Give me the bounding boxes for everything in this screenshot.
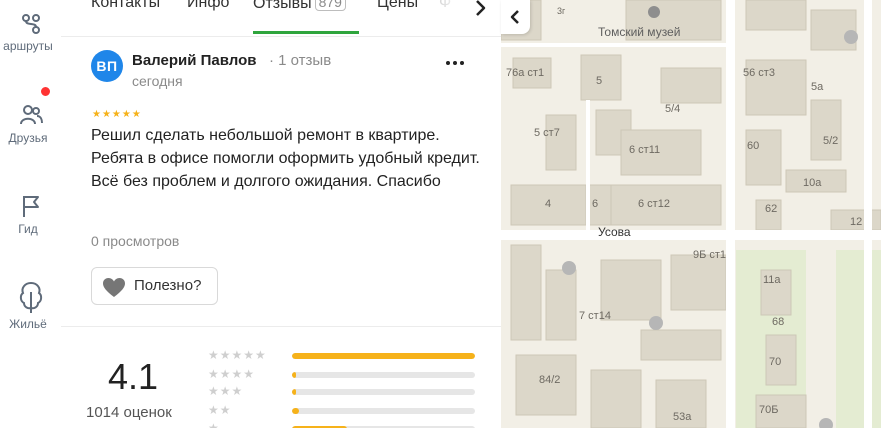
map-label: 76а ст1: [506, 67, 544, 79]
heart-icon: [103, 278, 125, 297]
active-tab-indicator: [253, 31, 359, 34]
rating-distribution-row: ★★★: [208, 384, 488, 398]
tab-prices[interactable]: Цены: [377, 0, 418, 12]
tab-reviews-label: Отзывы: [253, 0, 312, 12]
tab-reviews[interactable]: Отзывы 879: [253, 0, 346, 13]
map-label: 56 ст3: [743, 67, 775, 79]
sidebar-item-label: Жильё: [9, 317, 47, 331]
map-label: 4: [545, 198, 551, 210]
distribution-bar-fill: [292, 353, 475, 359]
map-label: 60: [747, 140, 759, 152]
section-divider: [61, 326, 501, 327]
chevron-left-icon: [510, 10, 519, 24]
sidebar-item-label: аршруты: [3, 39, 53, 53]
sidebar-item-routes[interactable]: аршруты: [0, 12, 61, 53]
distribution-stars: ★: [208, 421, 220, 428]
distribution-bar-track: [292, 353, 475, 359]
review-stars: ★★★★★: [92, 109, 142, 120]
map-label: 5/4: [665, 103, 680, 115]
map-label: 11а: [763, 274, 781, 286]
map-label: 84/2: [539, 374, 560, 386]
rating-distribution-row: ★: [208, 421, 488, 428]
map-label: 5 ст7: [534, 127, 560, 139]
review-date: сегодня: [132, 73, 183, 89]
rating-distribution-row: ★★: [208, 403, 488, 417]
rating-distribution-row: ★★★★★: [208, 348, 488, 362]
organization-panel: Контакты Инфо Отзывы879 Цены Ф ВП Валери…: [61, 0, 501, 428]
review-author[interactable]: Валерий Павлов: [132, 52, 256, 69]
useful-label: Полезно?: [134, 277, 202, 294]
map-label: Усова: [598, 225, 631, 239]
museum-poi-icon: [648, 6, 660, 18]
distribution-stars: ★★: [208, 403, 232, 417]
reviews-count-badge: 879: [314, 0, 346, 11]
flag-icon: [22, 196, 39, 217]
map-view[interactable]: Томский музей Усова 76а ст1 5 5/4 5 ст7 6 ст11…: [501, 0, 881, 428]
housing-icon: [19, 281, 42, 313]
distribution-stars: ★★★★: [208, 367, 256, 381]
map-label: 70: [769, 356, 781, 368]
distribution-bar-fill: [292, 389, 296, 395]
map-label: 6 ст12: [638, 198, 670, 210]
map-label: 6: [592, 198, 598, 210]
rating-distribution-row: ★★★★: [208, 367, 488, 381]
author-reviews-count: · 1 отзыв: [269, 52, 332, 69]
chevron-right-icon[interactable]: [466, 0, 494, 20]
distribution-bar-track: [292, 372, 475, 378]
tab-info[interactable]: Инфо: [187, 0, 229, 12]
friends-icon: [19, 105, 43, 125]
map-label: 5а: [811, 81, 824, 93]
map-label: 9Б ст1: [693, 249, 726, 261]
poi-icon: [562, 261, 576, 275]
distribution-stars: ★★★★★: [208, 348, 267, 362]
views-count: 0 просмотров: [91, 233, 180, 249]
map-label: 70Б: [759, 404, 778, 416]
distribution-stars: ★★★: [208, 384, 244, 398]
sidebar-item-friends[interactable]: Друзья: [0, 102, 61, 145]
left-rail: аршруты Друзья Гид Жильё: [0, 0, 62, 428]
more-options-icon[interactable]: [443, 56, 467, 70]
map-label: 6 ст11: [629, 144, 660, 156]
poi-icon: [844, 30, 858, 44]
map-label: 62: [765, 203, 777, 215]
ratings-total: 1014 оценок: [86, 404, 172, 421]
tab-bar: Контакты Инфо Отзывы879 Цены Ф: [61, 0, 501, 37]
map-label: 10а: [803, 177, 822, 189]
tab-contacts[interactable]: Контакты: [91, 0, 160, 12]
map-label: 7 ст14: [579, 310, 611, 322]
distribution-bar-fill: [292, 372, 296, 378]
map-label: 5/2: [823, 135, 838, 147]
sidebar-item-label: Друзья: [8, 131, 48, 145]
map-label: 5: [596, 75, 602, 87]
routes-icon: [21, 14, 40, 34]
useful-button[interactable]: Полезно?: [91, 267, 218, 305]
map-label: 3г: [557, 6, 566, 16]
distribution-bar-fill: [292, 408, 299, 414]
map-label: 53а: [673, 411, 692, 423]
distribution-bar-track: [292, 408, 475, 414]
map-label: Томский музей: [598, 25, 680, 39]
map-label: 12: [850, 216, 862, 228]
distribution-bar-track: [292, 389, 475, 395]
sidebar-item-guide[interactable]: Гид: [0, 193, 61, 236]
map-label: 68: [772, 316, 784, 328]
poi-icon: [649, 316, 663, 330]
collapse-panel-button[interactable]: [501, 0, 530, 34]
review-text: Решил сделать небольшой ремонт в квартир…: [91, 127, 480, 190]
avatar[interactable]: ВП: [91, 50, 123, 82]
sidebar-item-label: Гид: [18, 222, 38, 236]
notification-dot: [40, 86, 51, 97]
overall-rating: 4.1: [108, 356, 159, 397]
sidebar-item-housing[interactable]: Жильё: [0, 280, 61, 331]
